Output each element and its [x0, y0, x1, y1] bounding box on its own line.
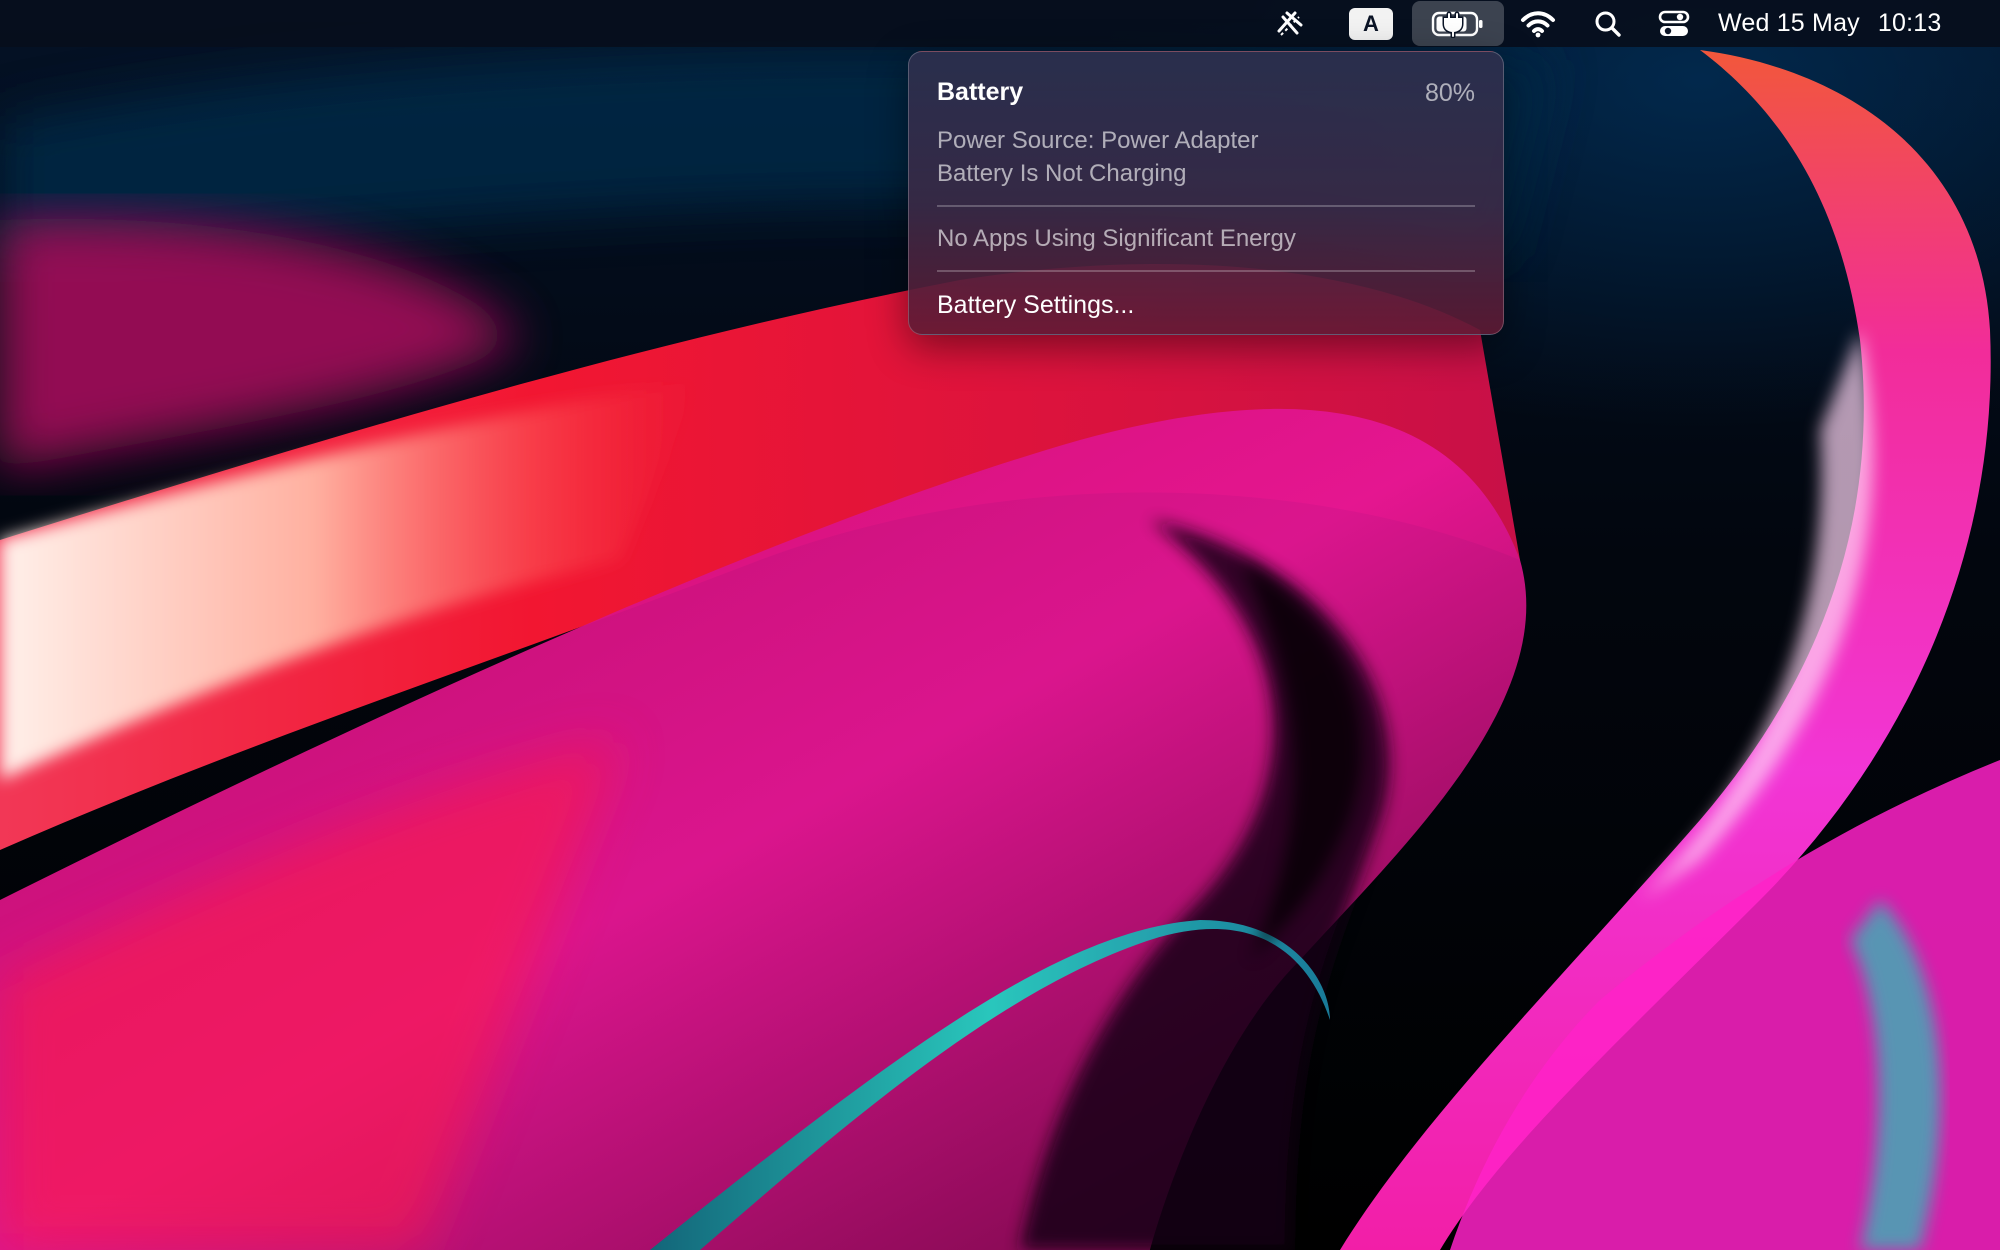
menu-separator	[937, 270, 1475, 272]
battery-menu-title: Battery	[937, 78, 1024, 106]
vpn-status-icon[interactable]	[1266, 0, 1314, 47]
power-source-text: Power Source: Power Adapter	[937, 127, 1259, 154]
clock-date: Wed 15 May	[1718, 9, 1860, 37]
menu-bar-clock[interactable]: Wed 15 May 10:13	[1718, 0, 1988, 47]
desktop: A Wed 15 May 10:13 Battery 80% Power Sou…	[0, 0, 2000, 1250]
input-source-badge: A	[1349, 7, 1393, 40]
spotlight-search-icon[interactable]	[1584, 0, 1632, 47]
control-center-icon[interactable]	[1650, 0, 1698, 47]
menu-bar: A Wed 15 May 10:13	[0, 0, 2000, 47]
input-source-icon[interactable]: A	[1347, 0, 1395, 47]
battery-percent: 80%	[1424, 79, 1475, 107]
battery-settings-menu-item[interactable]: Battery Settings...	[937, 287, 1475, 323]
charging-status-text: Battery Is Not Charging	[937, 160, 1187, 187]
battery-charging-icon[interactable]	[1412, 1, 1504, 46]
battery-menu: Battery 80% Power Source: Power Adapter …	[908, 51, 1504, 335]
clock-time: 10:13	[1877, 9, 1942, 37]
energy-usage-text: No Apps Using Significant Energy	[937, 225, 1296, 252]
wifi-icon[interactable]	[1514, 0, 1562, 47]
menu-separator	[937, 205, 1475, 207]
